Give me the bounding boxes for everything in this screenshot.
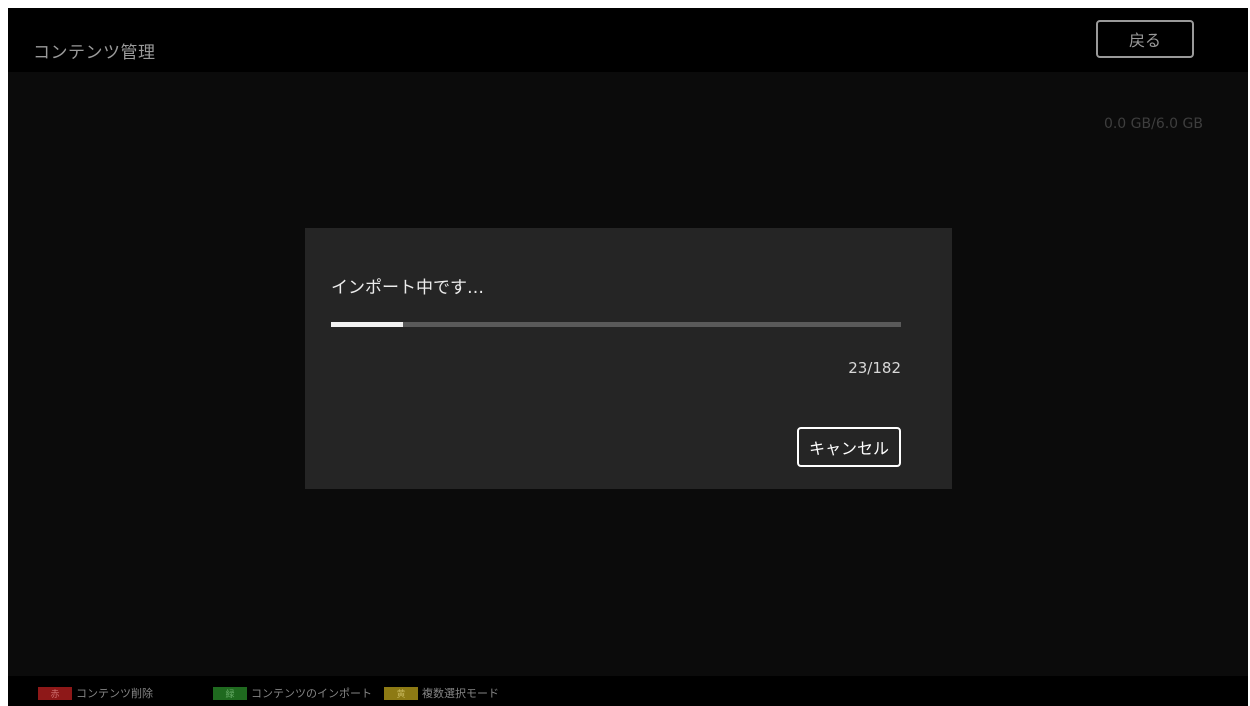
cancel-button[interactable]: キャンセル [797,427,901,467]
back-button[interactable]: 戻る [1096,20,1194,58]
page-title: コンテンツ管理 [33,43,156,63]
dialog-title: インポート中です… [331,278,484,298]
green-key-icon: 緑 [213,686,247,700]
header-bar: コンテンツ管理 戻る [8,8,1248,72]
import-progress-dialog: インポート中です… 23/182 キャンセル [305,228,952,489]
footer-hint-bar: 赤 コンテンツ削除 緑 コンテンツのインポート 黄 複数選択モード [8,676,1248,706]
progress-bar [331,322,901,327]
hint-multi-select-mode[interactable]: 黄 複数選択モード [384,685,499,701]
yellow-key-icon: 黄 [384,686,418,700]
hint-delete-content[interactable]: 赤 コンテンツ削除 [38,685,153,701]
hint-label: コンテンツ削除 [76,687,153,700]
hint-label: コンテンツのインポート [251,687,372,700]
progress-bar-fill [331,322,404,327]
tv-screen: コンテンツ管理 戻る 0.0 GB/6.0 GB インポート中です… 23/18… [8,8,1248,706]
progress-count: 23/182 [848,359,901,377]
hint-import-content[interactable]: 緑 コンテンツのインポート [213,685,372,701]
hint-label: 複数選択モード [422,687,499,700]
red-key-icon: 赤 [38,686,72,700]
storage-usage: 0.0 GB/6.0 GB [1103,116,1203,132]
